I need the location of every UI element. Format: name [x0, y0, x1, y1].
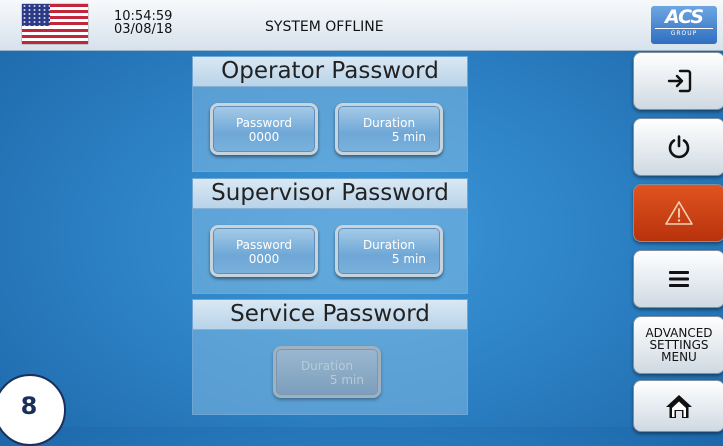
us-flag-icon[interactable] [22, 4, 88, 44]
button-label: Duration [362, 116, 416, 130]
button-value: 5 min [391, 130, 426, 144]
button-value: 5 min [391, 252, 426, 266]
supervisor-password-button[interactable]: Password 0000 [210, 225, 318, 277]
menu-button[interactable] [633, 250, 723, 308]
button-value: 0000 [248, 130, 280, 144]
menu-icon [669, 271, 689, 287]
advanced-settings-menu-button[interactable]: ADVANCED SETTINGS MENU [633, 316, 723, 374]
top-bar: 10:54:59 03/08/18 SYSTEM OFFLINE ACS GRO… [0, 0, 723, 51]
supervisor-password-panel: Supervisor Password Password 0000 Durati… [192, 178, 468, 294]
step-number-badge: 8 [0, 374, 66, 446]
acs-group-logo: ACS GROUP [651, 6, 717, 44]
button-label: Duration [362, 238, 416, 252]
service-password-panel: Service Password Duration 5 min [192, 299, 468, 415]
alarm-button[interactable] [633, 184, 723, 242]
login-icon [667, 69, 692, 93]
alarm-warning-icon [665, 201, 693, 225]
power-icon [668, 135, 690, 159]
button-value: 5 min [329, 373, 364, 387]
logo-subtext: GROUP [655, 28, 713, 38]
operator-duration-button[interactable]: Duration 5 min [335, 103, 443, 155]
operator-password-panel: Operator Password Password 0000 Duration… [192, 56, 468, 172]
login-button[interactable] [633, 52, 723, 110]
clock-date: 03/08/18 [114, 22, 173, 37]
step-number: 8 [20, 392, 38, 420]
button-value: 0000 [248, 252, 280, 266]
advanced-settings-label: ADVANCED SETTINGS MENU [645, 327, 712, 363]
logo-text: ACS [664, 6, 704, 28]
panel-title: Service Password [193, 300, 467, 330]
power-button[interactable] [633, 118, 723, 176]
label-line: MENU [661, 350, 697, 364]
home-icon [666, 395, 692, 418]
button-label: Password [235, 238, 293, 252]
system-status: SYSTEM OFFLINE [265, 19, 384, 35]
panel-title: Supervisor Password [193, 179, 467, 209]
button-label: Duration [300, 359, 354, 373]
button-label: Password [235, 116, 293, 130]
operator-password-button[interactable]: Password 0000 [210, 103, 318, 155]
panel-title: Operator Password [193, 57, 467, 87]
home-button[interactable] [633, 380, 723, 432]
service-duration-button: Duration 5 min [273, 346, 381, 398]
supervisor-duration-button[interactable]: Duration 5 min [335, 225, 443, 277]
clock: 10:54:59 03/08/18 [114, 10, 172, 36]
